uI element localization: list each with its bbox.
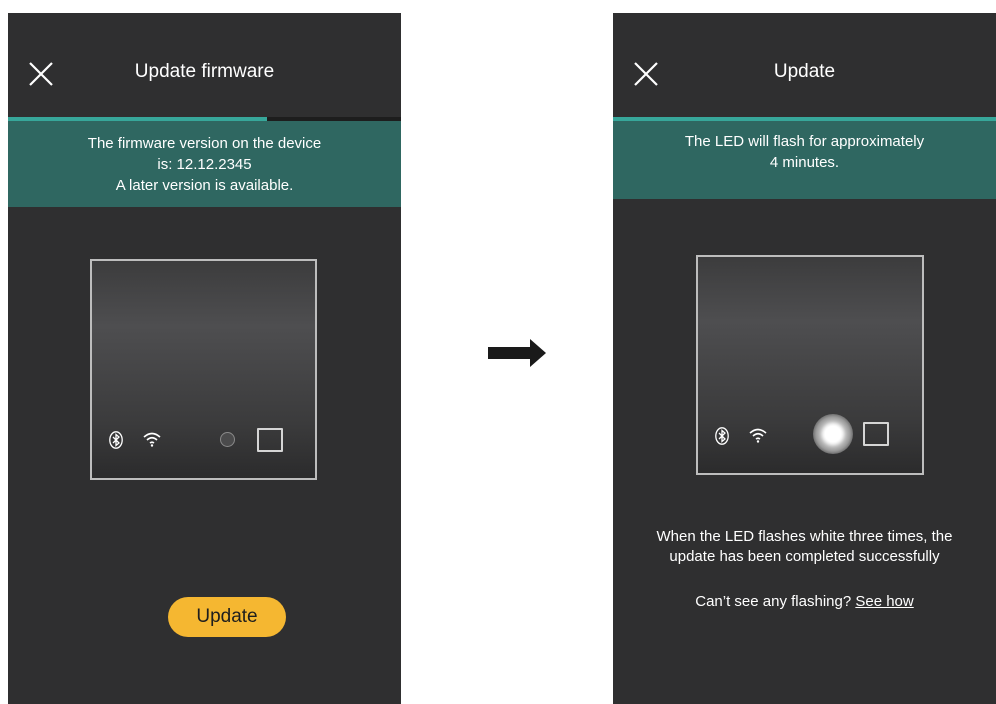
device-button <box>257 428 283 452</box>
info-banner: The LED will flash for approximately 4 m… <box>613 121 996 199</box>
device-illustration <box>90 259 317 480</box>
update-button[interactable]: Update <box>168 597 286 637</box>
wifi-icon <box>748 427 768 443</box>
banner-line: 4 minutes. <box>769 154 840 171</box>
banner-line: The LED will flash for approximately <box>684 133 925 150</box>
help-line: Can’t see any flashing? See how <box>613 593 996 610</box>
wifi-icon <box>142 431 162 447</box>
screen-title: Update <box>773 61 836 82</box>
device-illustration <box>696 255 924 475</box>
info-banner: The firmware version on the device is: 1… <box>8 121 401 207</box>
help-prompt: Can’t see any flashing? <box>695 593 852 610</box>
device-button <box>863 422 889 446</box>
firmware-screen: Update firmware The firmware version on … <box>8 13 401 704</box>
see-how-link[interactable]: See how <box>855 593 913 610</box>
update-screen: Update The LED will flash for approximat… <box>613 13 996 704</box>
banner-line: is: 12.12.2345 <box>157 156 252 173</box>
screen-title: Update firmware <box>134 61 275 82</box>
bluetooth-icon <box>715 427 729 445</box>
bluetooth-icon <box>109 431 123 449</box>
led-flashing-indicator <box>813 414 853 454</box>
arrow-right-icon <box>488 338 548 368</box>
completion-info: When the LED flashes white three times, … <box>613 527 996 567</box>
info-line: update has been completed successfully <box>669 548 940 565</box>
banner-line: A later version is available. <box>115 177 294 194</box>
banner-line: The firmware version on the device <box>87 135 322 152</box>
led-core <box>825 426 841 442</box>
info-line: When the LED flashes white three times, … <box>656 528 953 545</box>
led-indicator <box>220 432 235 447</box>
